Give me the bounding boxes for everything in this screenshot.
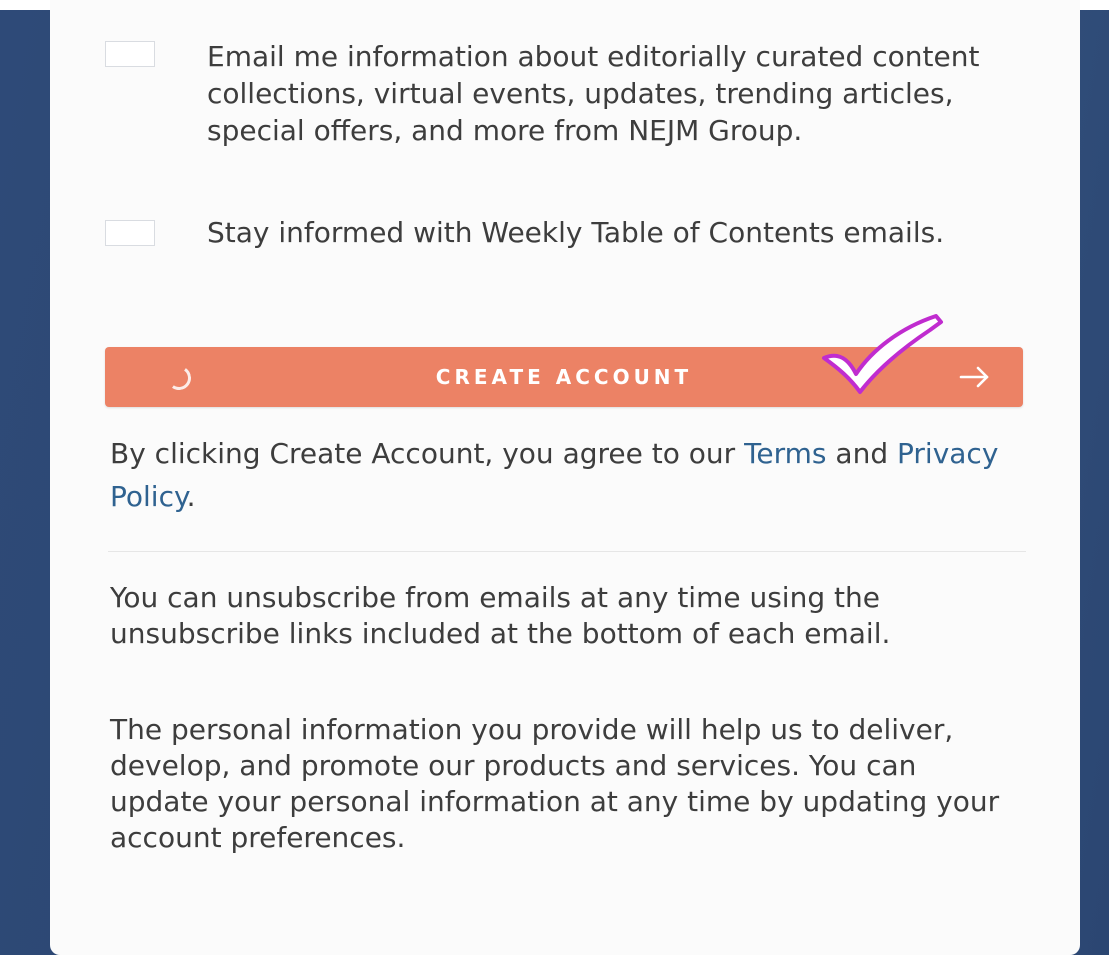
marketing-email-checkbox[interactable]: [105, 41, 155, 67]
agreement-suffix: .: [186, 480, 196, 513]
personal-info-notice: The personal information you provide wil…: [110, 713, 1000, 854]
marketing-email-option[interactable]: Email me information about editorially c…: [105, 38, 1007, 149]
divider: [108, 551, 1026, 552]
check-mark-icon: [822, 314, 943, 394]
terms-link[interactable]: Terms: [744, 437, 826, 470]
weekly-toc-label[interactable]: Stay informed with Weekly Table of Conte…: [207, 214, 1007, 251]
unsubscribe-info: You can unsubscribe from emails at any t…: [110, 581, 891, 650]
weekly-toc-checkbox[interactable]: [105, 220, 155, 246]
agreement-prefix: By clicking Create Account, you agree to…: [110, 437, 745, 470]
arrow-right-icon: [959, 366, 989, 388]
agreement-middle: and: [826, 437, 898, 470]
terms-agreement-text: By clicking Create Account, you agree to…: [110, 432, 1010, 518]
marketing-email-label[interactable]: Email me information about editorially c…: [207, 38, 1007, 149]
weekly-toc-option[interactable]: Stay informed with Weekly Table of Conte…: [105, 214, 1007, 251]
